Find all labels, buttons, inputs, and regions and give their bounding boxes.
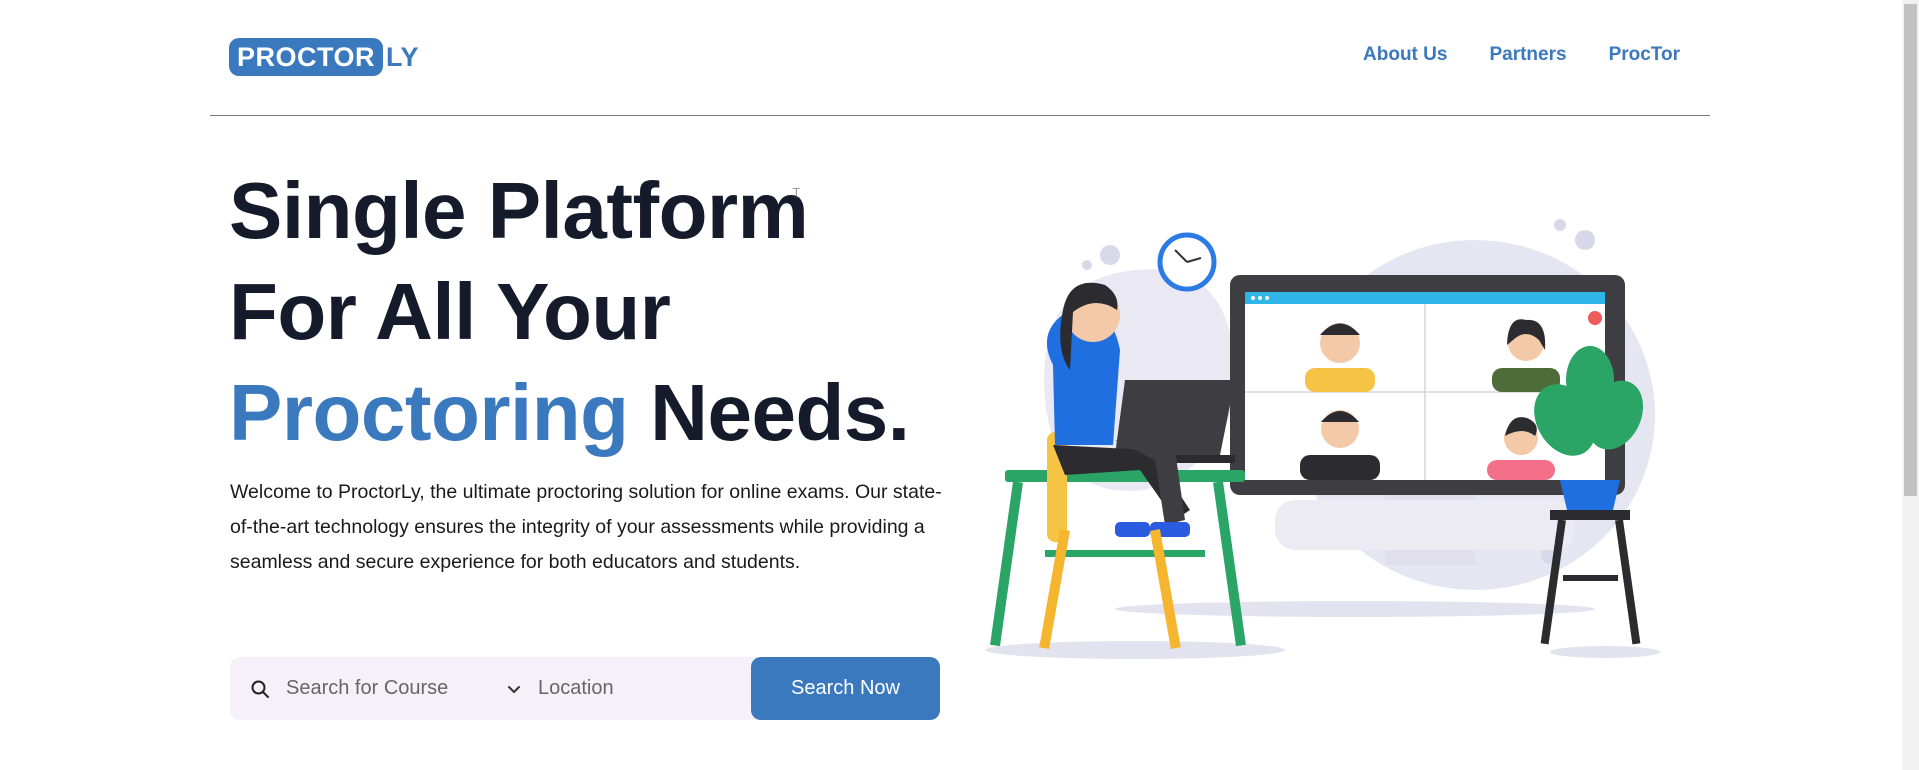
search-now-button[interactable]: Search Now <box>751 657 940 720</box>
search-icon <box>250 679 270 699</box>
hero-title-line-1: Single Platform <box>229 166 809 255</box>
header-divider <box>210 115 1710 116</box>
nav-proctor[interactable]: ProcTor <box>1609 44 1680 66</box>
logo-boxed-text: PROCTOR <box>229 38 384 76</box>
location-input[interactable] <box>536 676 730 701</box>
hero-title-line-3-rest: Needs. <box>628 368 910 457</box>
text-cursor-icon: ⌶ <box>792 185 801 201</box>
search-form: Search Now <box>230 657 940 720</box>
nav-about-us[interactable]: About Us <box>1363 44 1447 66</box>
hero-description: Welcome to ProctorLy, the ultimate proct… <box>230 481 942 573</box>
hero-title-line-3: Proctoring Needs. <box>229 362 910 463</box>
hero-title: Single Platform For All Your Proctoring … <box>229 160 910 463</box>
nav-partners[interactable]: Partners <box>1489 44 1566 66</box>
chevron-down-icon[interactable] <box>506 681 522 697</box>
logo[interactable]: PROCTOR LY <box>229 38 420 76</box>
hero-title-line-2: For All Your <box>229 267 671 356</box>
search-bar <box>230 657 757 720</box>
page: PROCTOR LY About Us Partners ProcTor Sin… <box>0 0 1919 770</box>
scrollbar-thumb[interactable] <box>1904 4 1917 496</box>
hero-title-accent: Proctoring <box>229 368 629 457</box>
hero-illustration <box>985 219 1660 659</box>
page-scrollbar[interactable] <box>1902 0 1919 770</box>
main-nav: About Us Partners ProcTor <box>1363 44 1680 66</box>
course-search-input[interactable] <box>284 676 498 701</box>
logo-rest-text: LY <box>386 41 420 72</box>
